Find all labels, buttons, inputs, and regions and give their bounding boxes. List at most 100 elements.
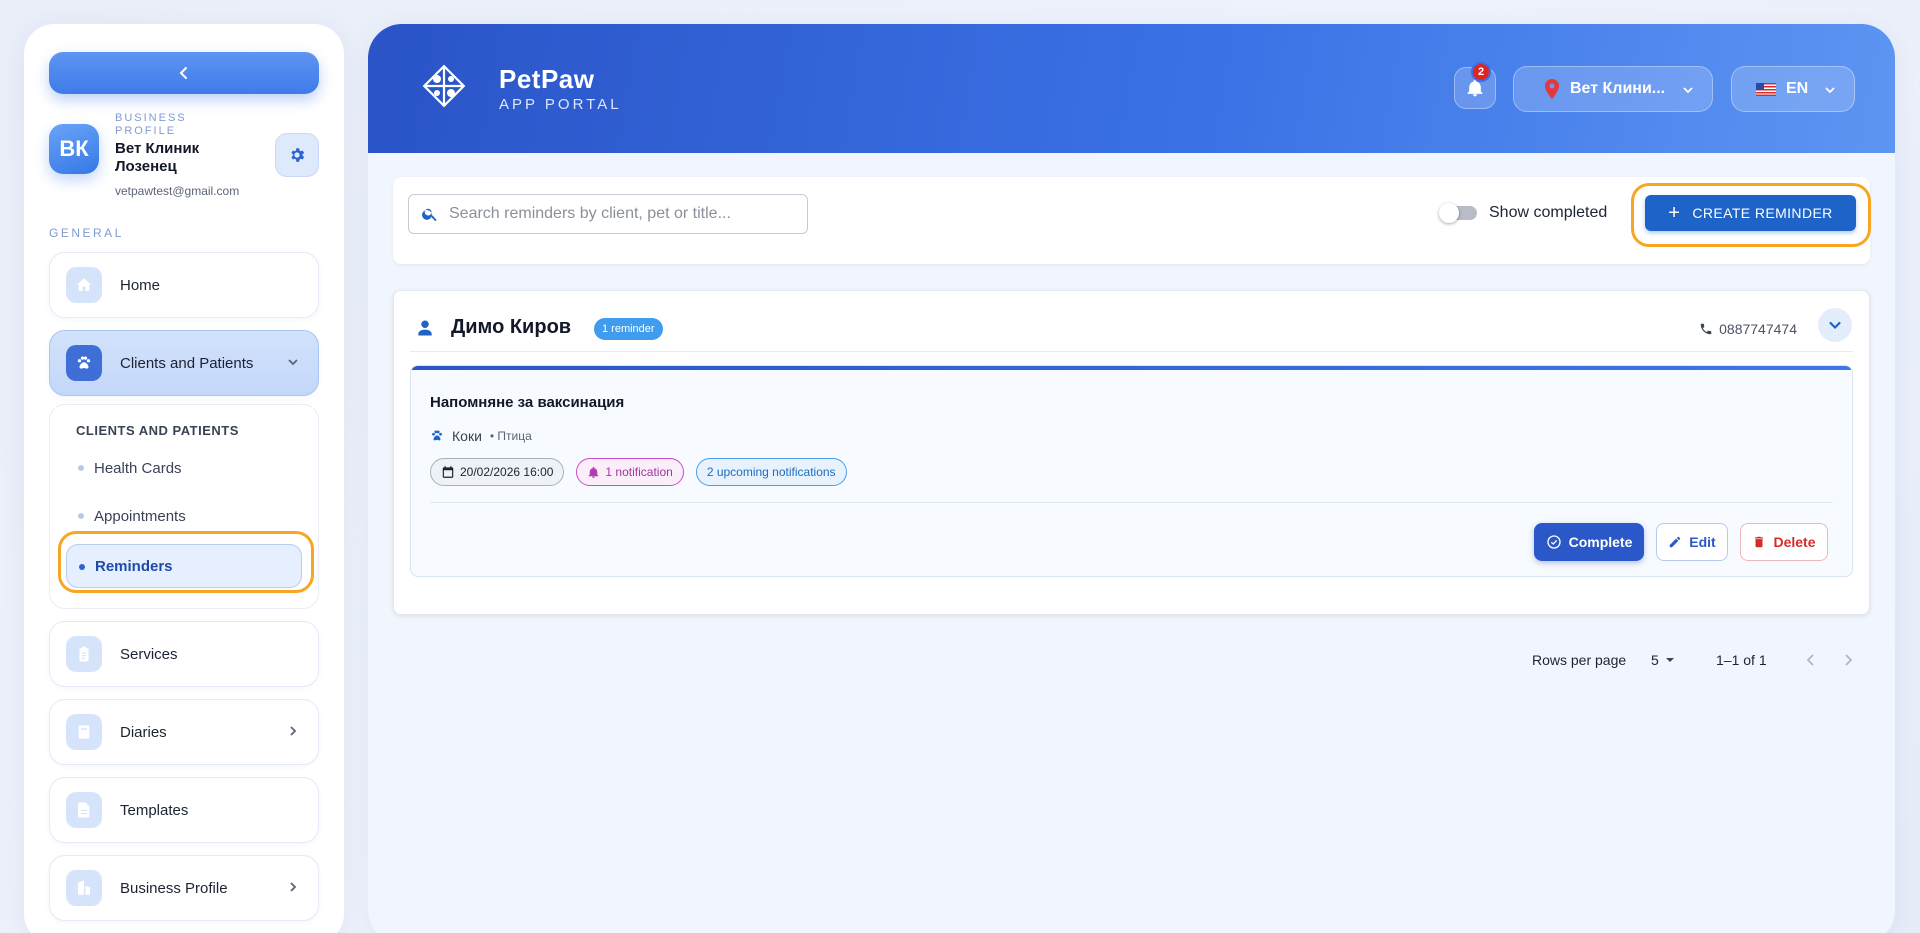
client-name: Димо Киров [451,316,572,338]
caret-down-icon [1665,658,1674,662]
submenu-item-appointments[interactable]: Appointments [66,494,302,538]
reminder-title: Напомняне за ваксинация [430,394,625,411]
sidebar-item-label: Services [120,645,178,663]
chevron-down-icon [1829,321,1841,330]
plus-icon: + [1668,201,1681,224]
avatar: ВК [49,124,99,174]
main-panel: PetPaw APP PORTAL 2 Вет Клини... EN Sear… [368,24,1895,933]
search-input[interactable] [449,205,789,223]
sidebar-item-label: Business Profile [120,879,228,897]
divider [430,502,1833,503]
paw-icon [432,430,442,441]
bullet-dot [78,513,84,519]
complete-label: Complete [1568,534,1633,550]
collapse-sidebar-button[interactable] [49,52,319,94]
top-header: PetPaw APP PORTAL 2 Вет Клини... EN [368,24,1895,153]
pet-species: • Птица [489,429,532,443]
client-phone: 0887747474 [1699,321,1797,337]
submenu-item-label: Health Cards [94,459,182,477]
paw-icon [77,356,91,369]
bullet-dot [78,465,84,471]
collapse-client-button[interactable] [1818,308,1852,342]
reminders-toolbar: Show completed + CREATE REMINDER [393,177,1871,264]
book-icon [78,725,90,739]
submenu-title: CLIENTS AND PATIENTS [76,423,239,438]
building-icon [78,880,90,895]
gear-icon [291,148,305,162]
calendar-icon [442,466,454,478]
submenu-item-health-cards[interactable]: Health Cards [66,446,302,490]
location-pin-icon [1545,79,1559,99]
show-completed-label: Show completed [1489,204,1608,221]
chevron-down-icon [1683,87,1693,94]
profile-kicker: BUSINESS PROFILE [115,112,187,137]
person-icon [418,320,432,336]
submenu-item-label: Appointments [94,507,186,525]
section-label-general: GENERAL [49,226,124,240]
trash-icon [1755,536,1764,548]
sidebar-item-templates[interactable]: Templates [49,777,319,843]
settings-button[interactable] [275,133,319,177]
home-icon [76,278,92,291]
sidebar-item-business-profile[interactable]: Business Profile [49,855,319,921]
bell-icon [589,466,599,478]
chevron-left-icon[interactable] [1801,650,1821,670]
bullet-dot [79,564,85,570]
notification-chip: 1 notification [576,458,684,486]
clinic-select-value: Вет Клини... [1570,80,1666,97]
delete-label: Delete [1773,534,1816,550]
sidebar-item-diaries[interactable]: Diaries [49,699,319,765]
document-icon [78,802,90,818]
search-field[interactable] [408,194,808,234]
notification-count: 1 notification [605,465,673,479]
sidebar-item-services[interactable]: Services [49,621,319,687]
client-phone-number: 0887747474 [1719,321,1797,337]
rows-per-page-value: 5 [1651,652,1659,668]
pet-info: Коки • Птица [430,428,532,444]
sidebar-item-label: Templates [120,801,189,819]
language-select-value: EN [1786,80,1809,97]
rows-per-page-label: Rows per page [1532,652,1627,668]
clients-submenu: CLIENTS AND PATIENTS Health Cards Appoin… [49,404,319,609]
reminder-date-chip: 20/02/2026 16:00 [430,458,565,486]
pencil-icon [1670,536,1681,548]
profile-name: Вет Клиник Лозенец [115,140,200,175]
toggle-knob [1439,203,1459,223]
brand-subtitle: APP PORTAL [499,96,622,113]
complete-button[interactable]: Complete [1534,523,1644,561]
sidebar: ВК BUSINESS PROFILE Вет Клиник Лозенец v… [24,24,344,933]
pet-name: Коки [452,428,482,444]
brand-name: PetPaw [499,64,595,94]
create-reminder-button[interactable]: + CREATE REMINDER [1645,195,1856,231]
upcoming-notifications-chip: 2 upcoming notifications [695,458,847,486]
clinic-select[interactable]: Вет Клини... [1513,66,1713,112]
submenu-item-reminders[interactable]: Reminders [66,544,302,588]
rows-per-page-select[interactable]: 5 [1651,652,1675,668]
show-completed-toggle[interactable] [1439,203,1477,223]
divider [410,351,1853,352]
edit-button[interactable]: Edit [1656,523,1728,561]
chevron-down-icon [1825,87,1835,94]
language-select[interactable]: EN [1731,66,1855,112]
chevron-left-icon [179,67,187,79]
delete-button[interactable]: Delete [1740,523,1828,561]
sidebar-item-home[interactable]: Home [49,252,319,318]
profile-email: vetpawtest@gmail.com [115,184,240,198]
sidebar-item-label: Home [120,276,161,294]
petpaw-logo-icon [422,64,466,108]
upcoming-notifications: 2 upcoming notifications [706,465,836,479]
reminder-card: Напомняне за ваксинация Коки • Птица 20/… [410,365,1853,577]
us-flag-icon [1756,82,1776,96]
chevron-right-icon[interactable] [1838,650,1858,670]
sidebar-item-clients-and-patients[interactable]: Clients and Patients [49,330,319,396]
sidebar-item-label: Clients and Patients [120,354,254,372]
chevron-right-icon [290,726,297,736]
search-icon [422,208,437,222]
check-circle-icon [1546,535,1561,549]
business-profile-card: ВК BUSINESS PROFILE Вет Клиник Лозенец v… [49,112,319,204]
edit-label: Edit [1689,534,1716,550]
chevron-down-icon [288,359,298,366]
notifications-button[interactable]: 2 [1454,62,1496,109]
clipboard-icon [79,646,89,662]
reminder-card-accent [411,366,1852,370]
